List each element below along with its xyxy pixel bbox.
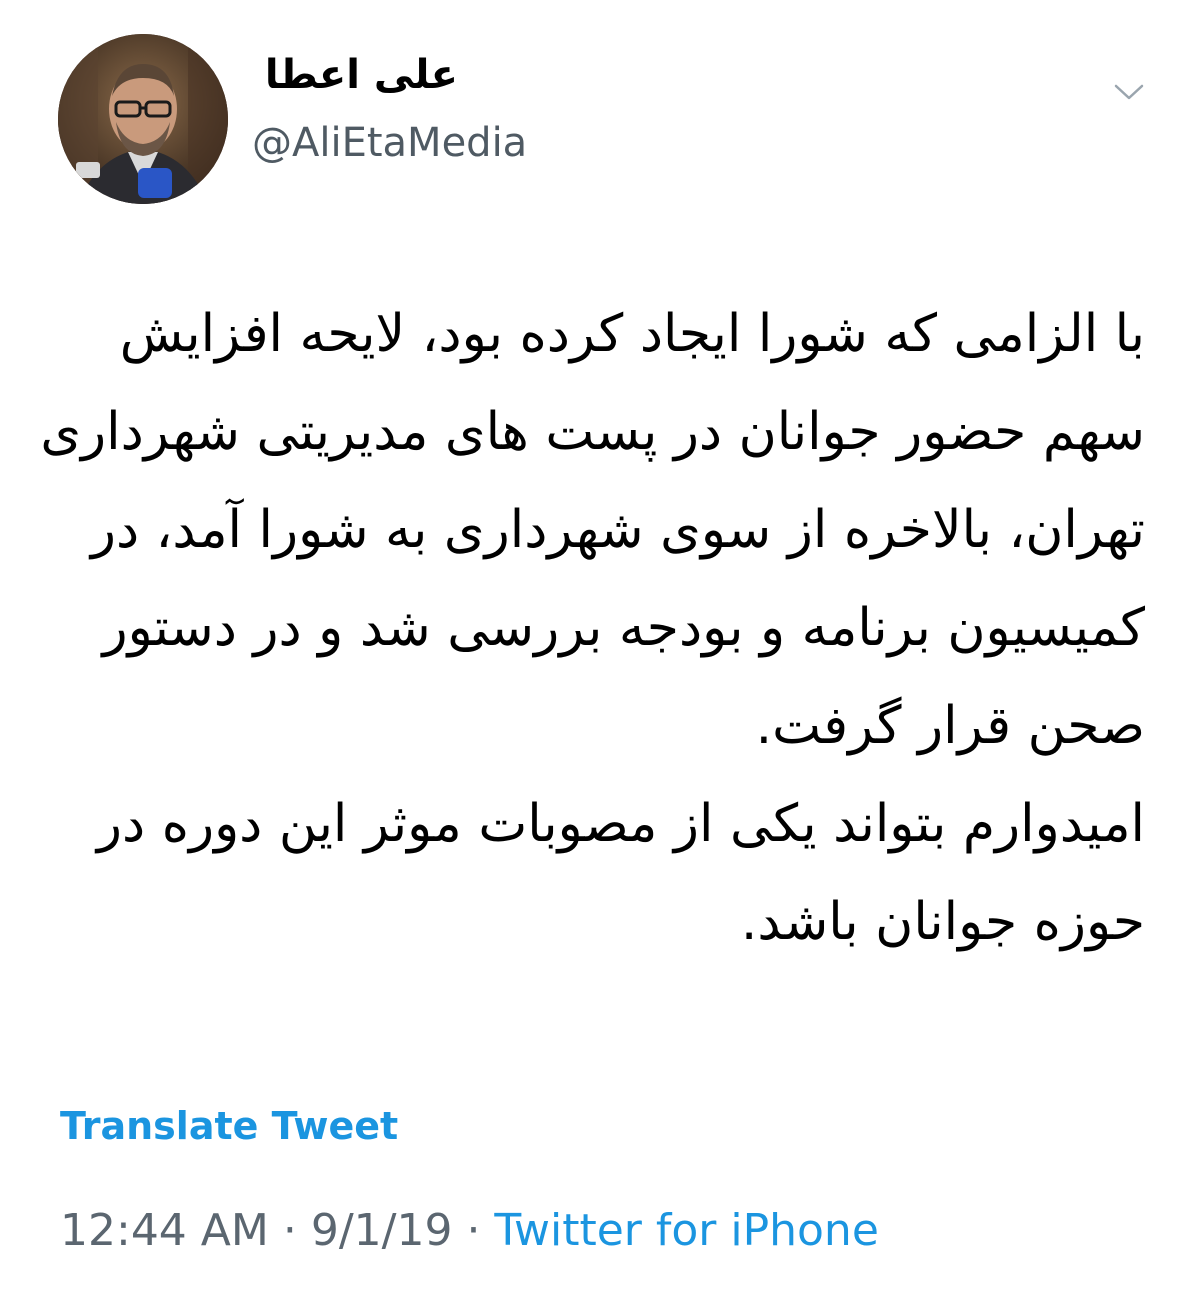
tweet-source-link[interactable]: Twitter for iPhone [494, 1205, 878, 1256]
meta-separator: · [268, 1205, 311, 1256]
translate-tweet-link[interactable]: Translate Tweet [60, 1104, 398, 1148]
more-options-button[interactable] [1105, 74, 1153, 110]
tweet-meta: 12:44 AM · 9/1/19 · Twitter for iPhone [60, 1205, 879, 1256]
display-name[interactable]: علی اعطا [258, 52, 458, 98]
tweet-time[interactable]: 12:44 AM [60, 1205, 269, 1256]
tweet-paragraph: با الزامی که شورا ایجاد کرده بود، لایحه … [40, 304, 1145, 756]
tweet-date[interactable]: 9/1/19 [311, 1205, 453, 1256]
avatar-photo [58, 34, 228, 204]
tweet-text: با الزامی که شورا ایجاد کرده بود، لایحه … [40, 285, 1145, 971]
tweet-paragraph: امیدوارم بتواند یکی از مصوبات موثر این د… [96, 794, 1145, 952]
meta-separator: · [452, 1205, 495, 1256]
tweet-card: علی اعطا @AliEtaMedia با الزامی که شورا … [0, 0, 1200, 1293]
chevron-down-icon [1114, 84, 1144, 100]
avatar[interactable] [58, 34, 228, 204]
user-handle[interactable]: @AliEtaMedia [252, 120, 527, 166]
